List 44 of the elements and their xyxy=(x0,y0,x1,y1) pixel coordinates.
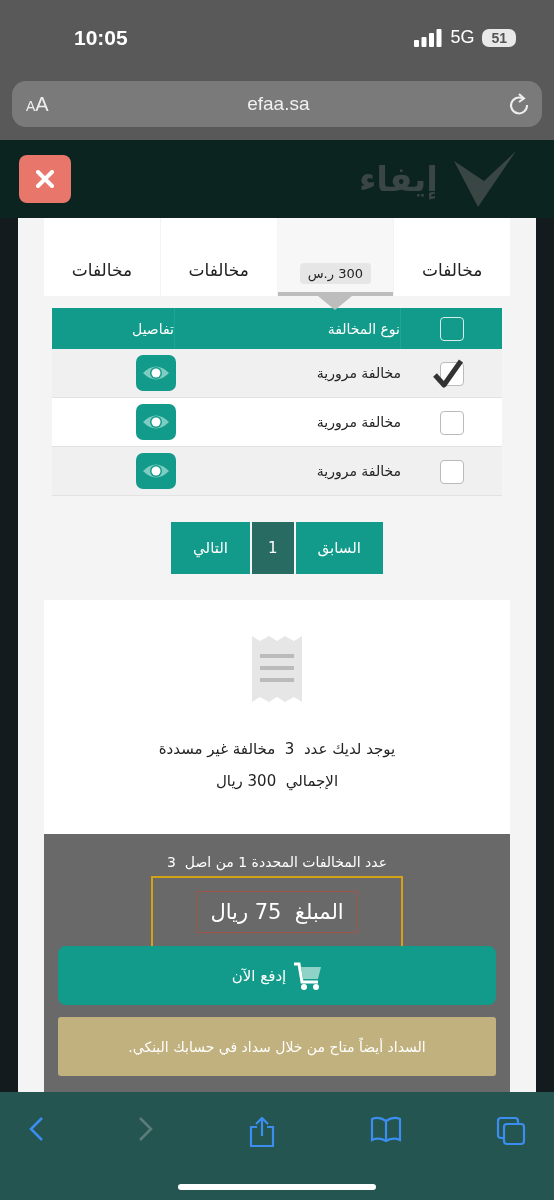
tabs-icon[interactable] xyxy=(496,1116,526,1146)
table-cell: مخالفة مرورية xyxy=(316,463,401,479)
forward-icon[interactable] xyxy=(138,1116,154,1142)
signal-icon xyxy=(414,28,443,47)
page-button[interactable]: 1 xyxy=(252,522,294,574)
summary-text: يوجد لديك عدد 3 مخالفة غير مسددة xyxy=(158,740,396,758)
tab[interactable]: مخالفات xyxy=(160,218,277,296)
pay-now-button[interactable]: إدفع الآن xyxy=(58,946,496,1005)
receipt-icon xyxy=(252,636,302,702)
tab[interactable]: مخالفات xyxy=(394,218,510,296)
eye-icon xyxy=(142,413,170,431)
details-button[interactable] xyxy=(136,453,176,489)
next-button[interactable]: التالي xyxy=(171,522,250,574)
tab[interactable]: مخالفات xyxy=(44,218,160,296)
network-label: 5G xyxy=(450,27,475,48)
row-checkbox[interactable] xyxy=(431,358,464,388)
column-header: تفاصيل xyxy=(132,320,174,337)
selected-count-text: عدد المخالفات المحددة 1 من اصل 3 xyxy=(167,854,387,870)
amount-text: المبلغ 75 ريال xyxy=(197,891,357,933)
battery-indicator: 51 xyxy=(482,28,516,47)
table-cell: مخالفة مرورية xyxy=(316,365,401,381)
previous-button[interactable]: السابق xyxy=(295,522,383,574)
url-text: efaa.sa xyxy=(247,93,310,115)
total-text: الإجمالي 300 ريال xyxy=(215,772,339,790)
share-icon[interactable] xyxy=(248,1116,276,1148)
bookmarks-icon[interactable] xyxy=(370,1116,402,1142)
select-all-checkbox[interactable] xyxy=(439,316,464,341)
checkmark-logo-icon xyxy=(454,151,516,207)
pointer-icon xyxy=(318,296,353,310)
table-cell: مخالفة مرورية xyxy=(316,414,401,430)
back-icon[interactable] xyxy=(28,1116,44,1142)
reload-icon[interactable] xyxy=(508,92,530,116)
cart-icon xyxy=(292,961,323,990)
text-size-button[interactable]: AA xyxy=(26,92,49,116)
address-bar[interactable]: AA efaa.sa xyxy=(12,81,542,127)
close-icon xyxy=(36,170,54,188)
close-button[interactable] xyxy=(19,155,71,203)
details-button[interactable] xyxy=(136,355,176,391)
details-button[interactable] xyxy=(136,404,176,440)
eye-icon xyxy=(142,364,170,382)
status-time: 10:05 xyxy=(74,25,128,50)
column-header: نوع المخالفة xyxy=(327,320,400,337)
notice-text: السداد أيضاً متاح من خلال سداد في حسابك البنكي. xyxy=(128,1038,426,1055)
eye-icon xyxy=(142,462,170,480)
